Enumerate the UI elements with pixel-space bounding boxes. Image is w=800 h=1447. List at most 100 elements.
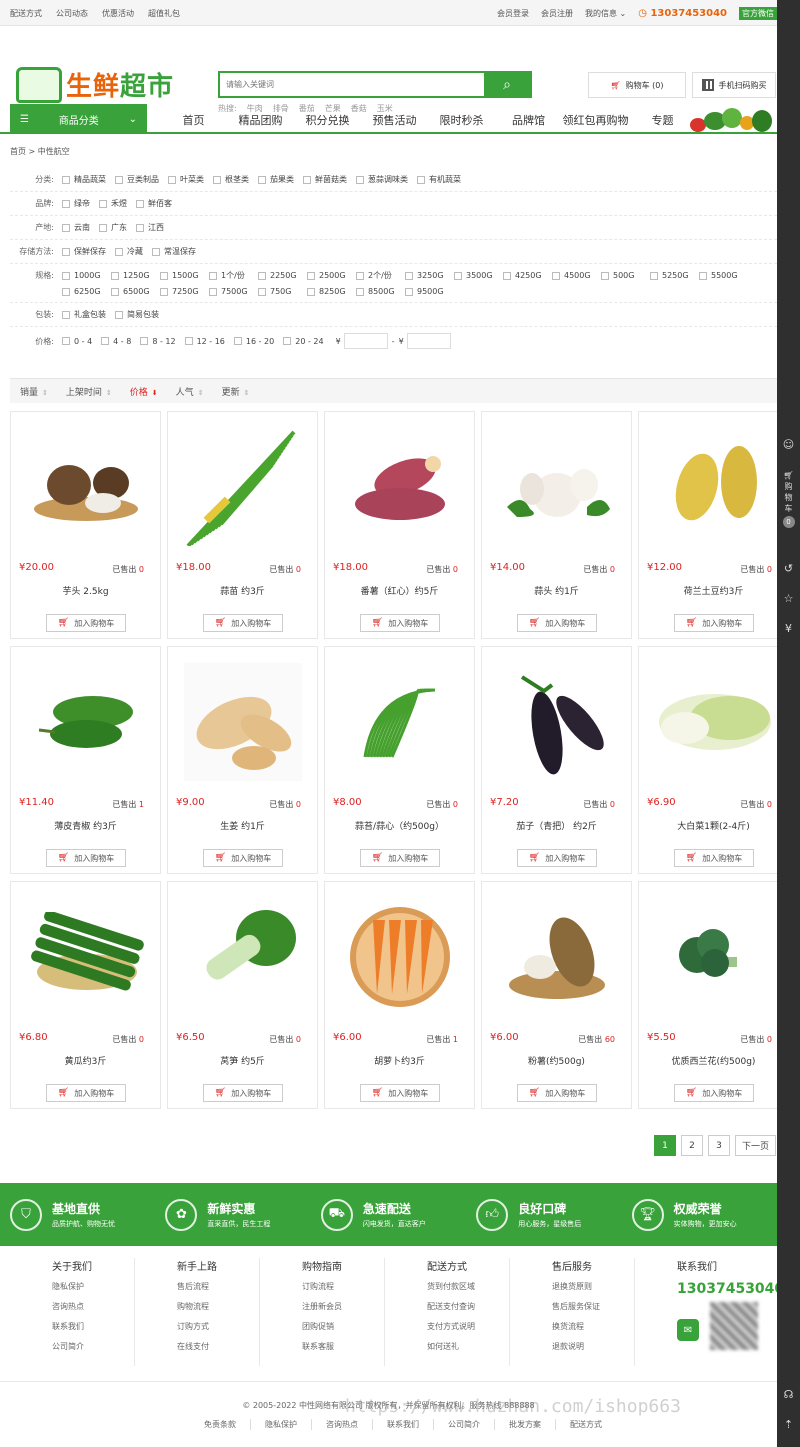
checkbox[interactable] [258, 271, 266, 280]
filter-option[interactable]: 2500G [307, 270, 356, 281]
product-name[interactable]: 大白菜1颗(2-4斤) [639, 819, 788, 832]
footer-link[interactable]: 换货流程 [552, 1321, 634, 1332]
category-menu-button[interactable]: ☰ 商品分类 ⌄ [10, 104, 147, 134]
bottom-link[interactable]: 公司简介 [434, 1419, 495, 1430]
filter-option[interactable]: 禾煜 [99, 198, 127, 209]
sweet-potato-image[interactable] [341, 428, 459, 546]
filter-option[interactable]: 2个/份 [356, 270, 405, 281]
add-to-cart-button[interactable]: 🛒︎ 加入购物车 [46, 849, 126, 867]
checkbox[interactable] [111, 271, 119, 280]
checkbox[interactable] [258, 287, 266, 296]
filter-option[interactable]: 广东 [99, 222, 127, 233]
checkbox[interactable] [99, 199, 107, 208]
search-input[interactable] [220, 73, 484, 96]
bottom-link[interactable]: 隐私保护 [251, 1419, 312, 1430]
wechat-icon[interactable]: ✉ [677, 1319, 699, 1341]
checkbox[interactable] [356, 175, 364, 184]
service-icon[interactable]: ☊ [782, 1388, 795, 1401]
add-to-cart-button[interactable]: 🛒︎ 加入购物车 [46, 614, 126, 632]
back-to-top-icon[interactable]: ⇡ [782, 1418, 795, 1431]
checkbox[interactable] [699, 271, 707, 280]
product-name[interactable]: 荷兰土豆约3斤 [639, 584, 788, 597]
my-info-link[interactable]: 我的信息 ⌄ [585, 8, 626, 19]
bottom-link[interactable]: 免责条款 [190, 1419, 251, 1430]
top-link[interactable]: 公司动态 [56, 8, 88, 19]
product-card[interactable]: ¥11.40 已售出 1 薄皮青椒 约3斤 🛒︎ 加入购物车 [10, 646, 161, 874]
filter-option[interactable]: 根茎类 [213, 174, 249, 185]
product-name[interactable]: 蒜苗 约3斤 [168, 584, 317, 597]
product-card[interactable]: ¥20.00 已售出 0 芋头 2.5kg 🛒︎ 加入购物车 [10, 411, 161, 639]
top-link[interactable]: 配送方式 [10, 8, 42, 19]
checkbox[interactable] [101, 337, 110, 345]
filter-option[interactable]: 7500G [209, 287, 258, 296]
nav-item[interactable]: 限时秒杀 [428, 112, 495, 128]
filter-option[interactable]: 4250G [503, 270, 552, 281]
bottom-link[interactable]: 咨询热点 [312, 1419, 373, 1430]
lettuce-stem-image[interactable] [184, 898, 302, 1016]
history-icon[interactable]: ↺ [782, 562, 795, 575]
checkbox[interactable] [552, 271, 560, 280]
filter-option[interactable]: 8500G [356, 287, 405, 296]
filter-option[interactable]: 5250G [650, 270, 699, 281]
filter-option[interactable]: 1500G [160, 270, 209, 281]
checkbox[interactable] [62, 271, 70, 280]
product-card[interactable]: ¥6.00 已售出 60 粉薯(约500g) 🛒︎ 加入购物车 [481, 881, 632, 1109]
checkbox[interactable] [213, 175, 221, 184]
filter-option[interactable]: 绿帝 [62, 198, 90, 209]
filter-option[interactable]: 6250G [62, 287, 111, 296]
product-name[interactable]: 蒜苔/蒜心（约500g） [325, 819, 474, 832]
filter-option[interactable]: 4500G [552, 270, 601, 281]
nav-item[interactable]: 领红包再购物 [562, 112, 629, 128]
footer-link[interactable]: 隐私保护 [52, 1281, 134, 1292]
broccoli-image[interactable] [655, 898, 773, 1016]
product-card[interactable]: ¥6.00 已售出 1 胡萝卜约3斤 🛒︎ 加入购物车 [324, 881, 475, 1109]
filter-option[interactable]: 16 - 20 [233, 337, 274, 346]
add-to-cart-button[interactable]: 🛒︎ 加入购物车 [674, 849, 754, 867]
checkbox[interactable] [303, 175, 311, 184]
footer-link[interactable]: 退换货原则 [552, 1281, 634, 1292]
product-card[interactable]: ¥12.00 已售出 0 荷兰土豆约3斤 🛒︎ 加入购物车 [638, 411, 789, 639]
filter-option[interactable]: 常温保存 [152, 246, 196, 257]
product-card[interactable]: ¥9.00 已售出 0 生姜 约1斤 🛒︎ 加入购物车 [167, 646, 318, 874]
sort-option[interactable]: 销量 ⇕ [20, 385, 48, 398]
add-to-cart-button[interactable]: 🛒︎ 加入购物车 [46, 1084, 126, 1102]
checkbox[interactable] [405, 271, 413, 280]
filter-option[interactable]: 冷藏 [115, 246, 143, 257]
site-logo[interactable]: 生鲜超市 [16, 66, 174, 103]
checkbox[interactable] [115, 175, 123, 184]
add-to-cart-button[interactable]: 🛒︎ 加入购物车 [360, 614, 440, 632]
checkbox[interactable] [601, 271, 609, 280]
page-button[interactable]: 3 [707, 1135, 730, 1156]
filter-option[interactable]: 礼盒包装 [62, 309, 106, 320]
filter-option[interactable]: 7250G [160, 287, 209, 296]
footer-link[interactable]: 退款说明 [552, 1341, 634, 1352]
checkbox[interactable] [160, 271, 168, 280]
garlic-sprout-image[interactable] [184, 428, 302, 546]
footer-link[interactable]: 售后流程 [177, 1281, 259, 1292]
filter-option[interactable]: 3500G [454, 270, 503, 281]
checkbox[interactable] [115, 247, 123, 256]
product-name[interactable]: 优质西兰花(约500g) [639, 1054, 788, 1067]
add-to-cart-button[interactable]: 🛒︎ 加入购物车 [203, 1084, 283, 1102]
filter-option[interactable]: 1个/份 [209, 270, 258, 281]
page-button[interactable]: 2 [680, 1135, 703, 1156]
checkbox[interactable] [405, 287, 413, 296]
checkbox[interactable] [136, 223, 144, 232]
checkbox[interactable] [168, 175, 176, 184]
product-name[interactable]: 粉薯(约500g) [482, 1054, 631, 1067]
product-name[interactable]: 番薯（红心）约5斤 [325, 584, 474, 597]
add-to-cart-button[interactable]: 🛒︎ 加入购物车 [360, 849, 440, 867]
checkbox[interactable] [184, 337, 193, 345]
filter-option[interactable]: 6500G [111, 287, 160, 296]
checkbox[interactable] [62, 287, 70, 296]
filter-option[interactable]: 5500G [699, 270, 748, 281]
checkbox[interactable] [111, 287, 119, 296]
filter-option[interactable]: 2250G [258, 270, 307, 281]
product-card[interactable]: ¥6.90 已售出 0 大白菜1颗(2-4斤) 🛒︎ 加入购物车 [638, 646, 789, 874]
product-name[interactable]: 薄皮青椒 约3斤 [11, 819, 160, 832]
checkbox[interactable] [209, 287, 217, 296]
add-to-cart-button[interactable]: 🛒︎ 加入购物车 [674, 614, 754, 632]
bottom-link[interactable]: 联系我们 [373, 1419, 434, 1430]
star-icon[interactable]: ☆ [782, 592, 795, 605]
filter-option[interactable]: 豆类制品 [115, 174, 159, 185]
